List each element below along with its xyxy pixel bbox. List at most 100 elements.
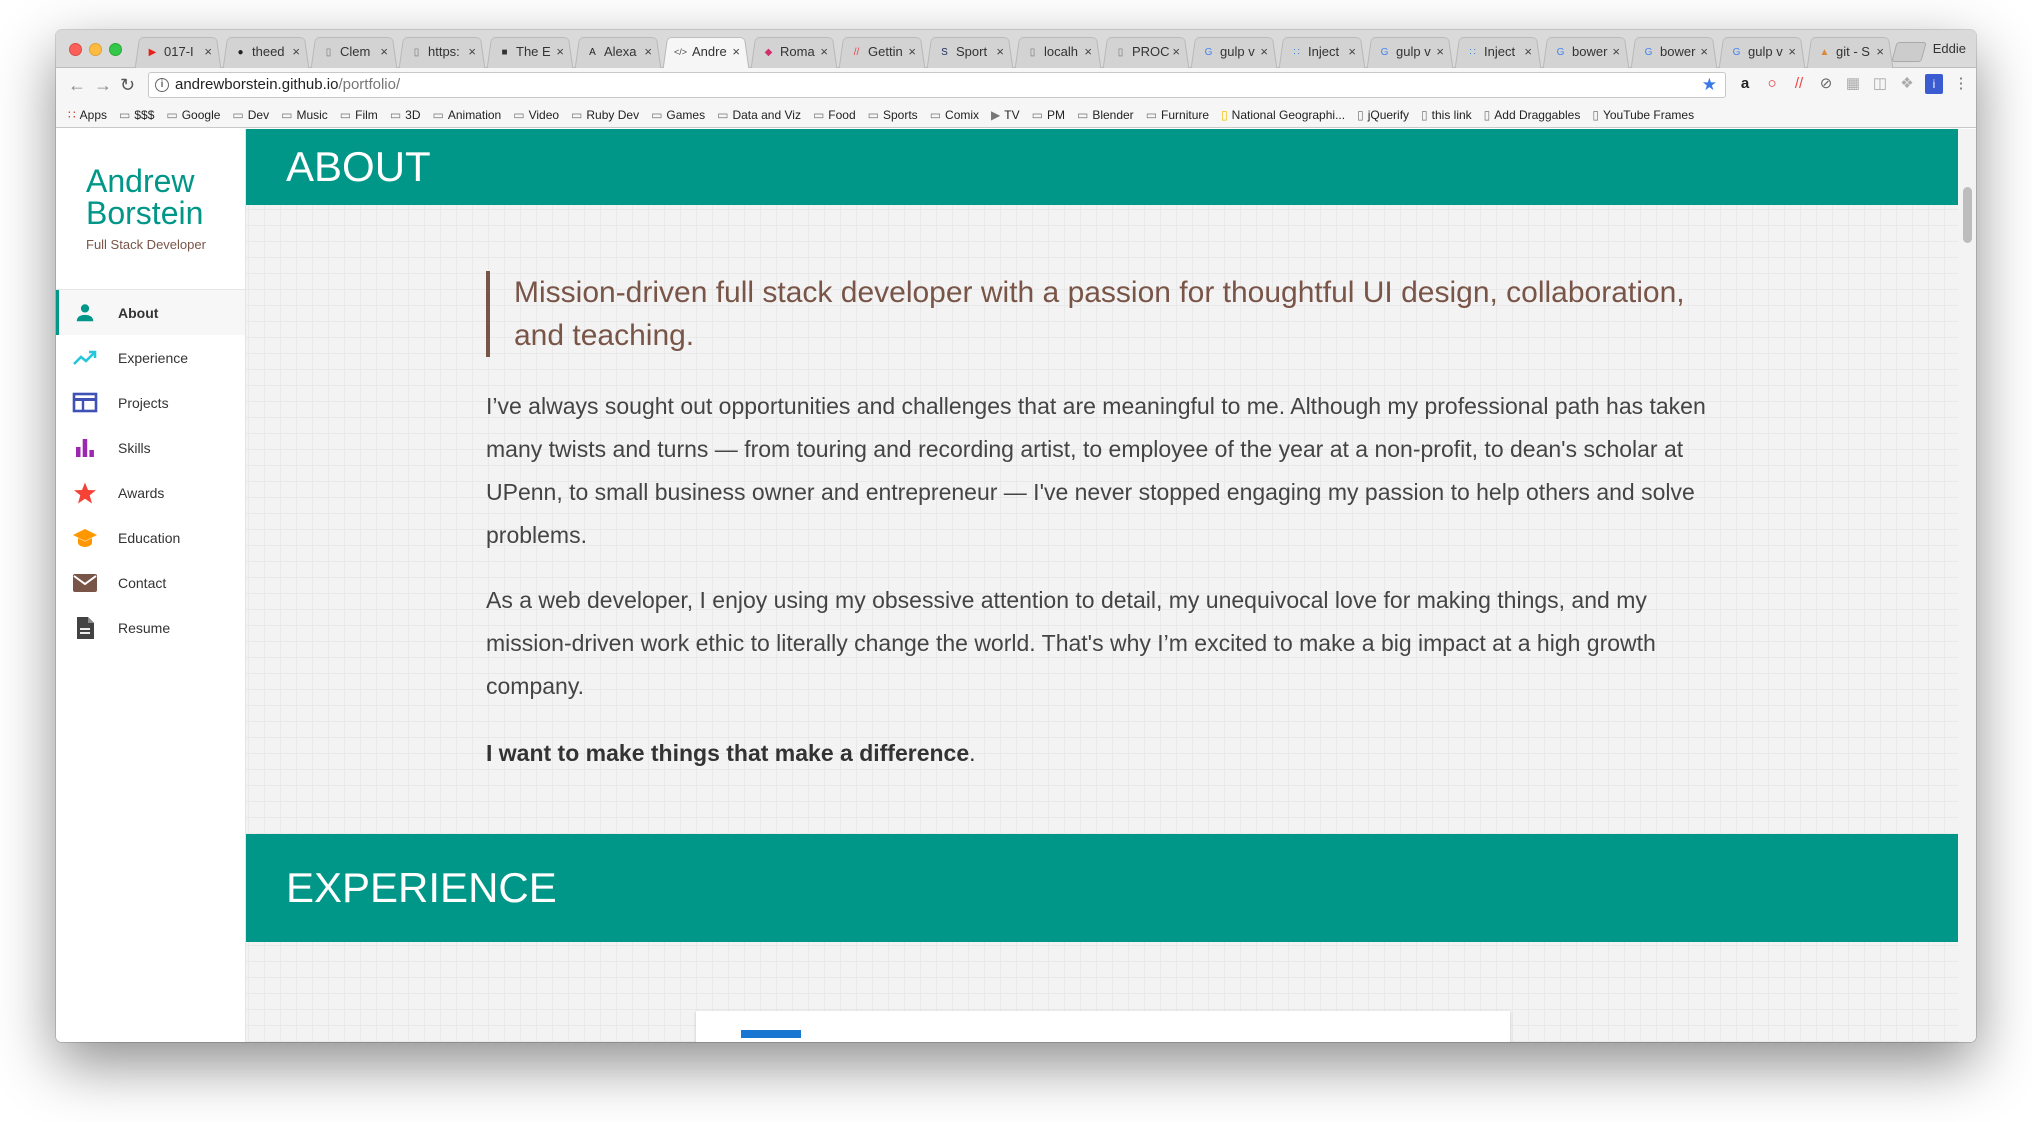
bookmark-star-icon[interactable]: ★ [1702, 73, 1717, 97]
sidebar-item-skills[interactable]: Skills [56, 425, 245, 470]
browser-tab-label: https: [428, 44, 460, 59]
bookmark-item[interactable]: ▭ PM [1032, 108, 1065, 122]
browser-tab[interactable]: Ggulp v × [1718, 36, 1806, 68]
sidebar-item-education[interactable]: Education [56, 515, 245, 560]
bookmark-item[interactable]: ▶ TV [991, 108, 1020, 122]
folder-icon: ▭ [339, 107, 352, 122]
tab-close-icon[interactable]: × [1700, 36, 1708, 68]
browser-tab[interactable]: ▯ https: × [398, 36, 486, 68]
block-extension-icon[interactable]: ⊘ [1817, 74, 1835, 94]
sidebar-item-experience[interactable]: Experience [56, 335, 245, 380]
tab-close-icon[interactable]: × [1436, 36, 1444, 68]
sidebar-item-projects[interactable]: Projects [56, 380, 245, 425]
sidebar-item-contact[interactable]: Contact [56, 560, 245, 605]
tab-close-icon[interactable]: × [1876, 36, 1884, 68]
tab-close-icon[interactable]: × [292, 36, 300, 68]
browser-tab[interactable]: ▯ localh × [1014, 36, 1102, 68]
browser-tab[interactable]: ▲ git - S × [1806, 36, 1894, 68]
browser-tab-label: Andre [692, 44, 727, 59]
browser-tab[interactable]: Ggulp v × [1366, 36, 1454, 68]
browser-tab[interactable]: ■ The E × [486, 36, 574, 68]
bookmark-item[interactable]: ∷ Apps [68, 108, 107, 122]
bookmark-item[interactable]: ▭ Ruby Dev [571, 108, 639, 122]
browser-tab[interactable]: S Sport × [926, 36, 1014, 68]
browser-tab[interactable]: A Alexa × [574, 36, 662, 68]
bookmark-item[interactable]: ▭ Music [281, 108, 328, 122]
browser-tab[interactable]: Ggulp v × [1190, 36, 1278, 68]
bookmark-item[interactable]: ▭ Google [166, 108, 220, 122]
reload-icon[interactable]: ↻ [120, 75, 135, 95]
tab-close-icon[interactable]: × [644, 36, 652, 68]
info-extension-icon[interactable]: i [1925, 74, 1943, 94]
browser-tab[interactable]: //Gettin × [838, 36, 926, 68]
bookmark-item[interactable]: ▭ Food [813, 108, 856, 122]
opera-extension-icon[interactable]: ○ [1763, 74, 1781, 94]
tab-close-icon[interactable]: × [204, 36, 212, 68]
tab-close-icon[interactable]: × [380, 36, 388, 68]
sidebar-item-about[interactable]: About [56, 290, 245, 335]
bookmark-item[interactable]: ▭ Games [651, 108, 705, 122]
about-closing: I want to make things that make a differ… [486, 732, 1726, 775]
tag-extension-icon[interactable]: ◫ [1871, 74, 1889, 94]
sidebar-item-resume[interactable]: Resume [56, 605, 245, 650]
bookmark-item[interactable]: ▭ Blender [1077, 108, 1134, 122]
bookmark-item[interactable]: ▭ Animation [433, 108, 502, 122]
tab-close-icon[interactable]: × [468, 36, 476, 68]
bookmark-item[interactable]: ▯ YouTube Frames [1592, 108, 1694, 122]
scrollbar-thumb[interactable] [1963, 187, 1972, 243]
site-owner-name[interactable]: Andrew Borstein [86, 165, 226, 229]
bookmark-item[interactable]: ▭ Comix [930, 108, 979, 122]
experience-card [696, 1011, 1510, 1042]
signal-extension-icon[interactable]: ❖ [1898, 74, 1916, 94]
tab-close-icon[interactable]: × [996, 36, 1004, 68]
page-scrollbar[interactable] [1958, 129, 1976, 1042]
tab-close-icon[interactable]: × [732, 36, 740, 68]
amazon-extension-icon[interactable]: a [1736, 74, 1754, 94]
forward-arrow-icon[interactable]: → [94, 75, 112, 95]
bookmark-item[interactable]: ▭ Sports [868, 108, 918, 122]
bookmark-item[interactable]: ▯ National Geographi... [1221, 108, 1345, 122]
window-maximize-button[interactable] [109, 43, 122, 56]
menu-dots-icon[interactable]: ⋮ [1952, 74, 1970, 94]
tab-close-icon[interactable]: × [1612, 36, 1620, 68]
tab-close-icon[interactable]: × [1172, 36, 1180, 68]
tab-close-icon[interactable]: × [1084, 36, 1092, 68]
tab-close-icon[interactable]: × [556, 36, 564, 68]
tab-close-icon[interactable]: × [1524, 36, 1532, 68]
bookmark-item[interactable]: ▯ Add Draggables [1484, 108, 1581, 122]
bookmark-item[interactable]: ▯ jQuerify [1357, 108, 1409, 122]
bookmark-item[interactable]: ▭ 3D [390, 108, 421, 122]
browser-tab[interactable]: ▶ 017-I × [134, 36, 222, 68]
address-bar[interactable]: i andrewborstein.github.io/portfolio/ ★ [148, 72, 1726, 98]
window-close-button[interactable] [69, 43, 82, 56]
bookmark-item[interactable]: ▭ Data and Viz [717, 108, 801, 122]
browser-tab[interactable]: ◆ Roma × [750, 36, 838, 68]
browser-tab[interactable]: ▯ Clem × [310, 36, 398, 68]
browser-tab[interactable]: ▯ PROC × [1102, 36, 1190, 68]
sidebar-item-awards[interactable]: Awards [56, 470, 245, 515]
bookmark-item[interactable]: ▭ $$$ [119, 108, 154, 122]
browser-tab[interactable]: Gbower × [1542, 36, 1630, 68]
tab-close-icon[interactable]: × [1260, 36, 1268, 68]
slash-extension-icon[interactable]: // [1790, 74, 1808, 94]
info-icon[interactable]: i [155, 78, 169, 92]
browser-tab[interactable]: </> Andre × [662, 36, 750, 68]
browser-tab[interactable]: ● theed × [222, 36, 310, 68]
bookmark-item[interactable]: ▭ Dev [232, 108, 269, 122]
bookmark-item[interactable]: ▯ this link [1421, 108, 1472, 122]
bookmark-item[interactable]: ▭ Video [513, 108, 559, 122]
profile-name[interactable]: Eddie [1933, 41, 1966, 56]
browser-tab[interactable]: ∷ Inject × [1278, 36, 1366, 68]
browser-tab[interactable]: ∷ Inject × [1454, 36, 1542, 68]
bookmark-item[interactable]: ▭ Furniture [1146, 108, 1209, 122]
back-arrow-icon[interactable]: ← [68, 75, 86, 95]
tab-close-icon[interactable]: × [908, 36, 916, 68]
browser-tab[interactable]: Gbower × [1630, 36, 1718, 68]
tab-close-icon[interactable]: × [1788, 36, 1796, 68]
window-minimize-button[interactable] [89, 43, 102, 56]
tab-close-icon[interactable]: × [820, 36, 828, 68]
grid-extension-icon[interactable]: ▦ [1844, 74, 1862, 94]
bookmark-item[interactable]: ▭ Film [340, 108, 378, 122]
tab-close-icon[interactable]: × [1348, 36, 1356, 68]
new-tab-button[interactable] [1891, 42, 1927, 62]
